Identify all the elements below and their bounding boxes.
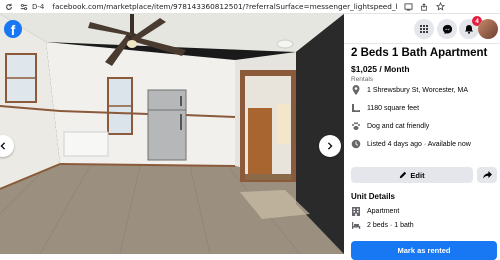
tab-id-label: D-4	[32, 2, 45, 11]
notifications-button[interactable]: 4	[459, 16, 482, 39]
detail-pets: Dog and cat friendly	[351, 120, 429, 132]
site-info-icon[interactable]	[18, 1, 30, 13]
location-icon	[351, 85, 361, 95]
url-field[interactable]: facebook.com/marketplace/item/9781433608…	[52, 2, 397, 11]
bookmark-star-icon[interactable]	[435, 2, 445, 12]
messenger-icon	[442, 24, 452, 34]
pencil-icon	[400, 171, 407, 179]
detail-square-feet: 1180 square feet	[351, 102, 419, 114]
top-nav: 4	[344, 14, 500, 44]
bell-icon	[465, 25, 473, 34]
bed-icon	[351, 220, 361, 230]
ruler-icon	[351, 103, 361, 113]
messenger-button[interactable]	[437, 19, 457, 39]
listing-panel: 4 2 Beds 1 Bath Apartment $1,025 / Month…	[344, 14, 500, 260]
unit-detail-type: Apartment	[351, 205, 399, 217]
next-photo-button[interactable]	[319, 135, 341, 157]
chevron-left-icon	[0, 142, 6, 150]
share-page-icon[interactable]	[419, 2, 429, 12]
grid-menu-icon	[420, 25, 428, 33]
facebook-logo[interactable]: f	[4, 20, 22, 38]
listing-photo	[0, 14, 344, 254]
detail-listed-time: Listed 4 days ago · Available now	[351, 138, 471, 150]
edit-listing-button[interactable]: Edit	[351, 167, 473, 183]
address-bar: D-4 facebook.com/marketplace/item/978143…	[0, 0, 500, 14]
share-listing-button[interactable]	[477, 167, 497, 183]
detail-location: 1 Shrewsbury St, Worcester, MA	[351, 84, 468, 96]
unit-details-heading: Unit Details	[351, 192, 396, 201]
mark-as-rented-button[interactable]: Mark as rented	[351, 241, 497, 260]
avatar[interactable]	[478, 19, 498, 39]
listing-title: 2 Beds 1 Bath Apartment	[351, 47, 488, 59]
clock-icon	[351, 139, 361, 149]
chevron-right-icon	[327, 142, 333, 150]
share-arrow-icon	[482, 171, 492, 179]
reload-icon[interactable]	[3, 1, 15, 13]
photo-viewer: f	[0, 14, 344, 254]
paw-icon	[351, 121, 361, 131]
listing-category[interactable]: Rentals	[351, 76, 373, 83]
building-icon	[351, 206, 361, 216]
unit-detail-rooms: 2 beds · 1 bath	[351, 219, 414, 231]
menu-button[interactable]	[414, 19, 434, 39]
listing-price: $1,025 / Month	[351, 64, 410, 74]
cast-icon[interactable]	[403, 2, 413, 12]
